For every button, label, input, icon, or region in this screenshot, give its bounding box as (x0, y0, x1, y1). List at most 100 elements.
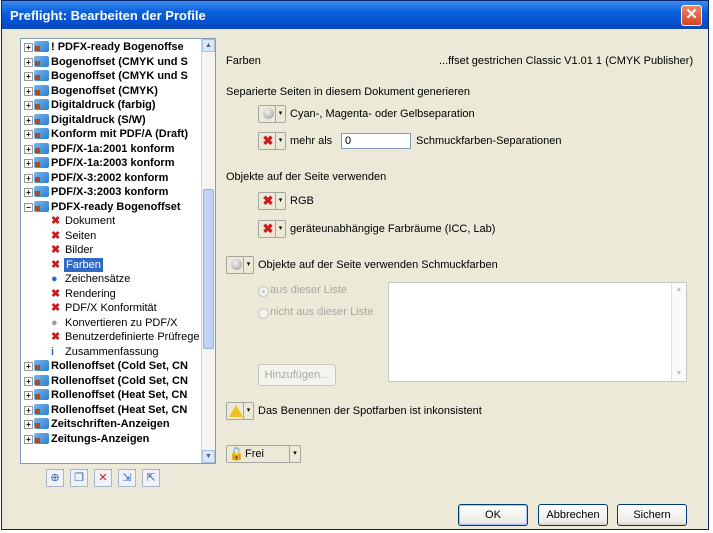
lock-value: Frei (245, 448, 264, 460)
tree-item-label: Digitaldruck (S/W) (51, 113, 146, 126)
tree-item-label: Bogenoffset (CMYK) (51, 84, 158, 97)
profile-icon (34, 157, 49, 168)
import-profile-icon[interactable]: ⇲ (118, 469, 136, 487)
tree-item-label: Bilder (65, 244, 94, 256)
expand-icon[interactable]: + (24, 391, 33, 400)
tree-item-label: PDF/X-3:2002 konform (51, 171, 169, 184)
expand-icon[interactable]: + (24, 72, 33, 81)
lock-dropdown[interactable]: 🔓 Frei ▾ (226, 445, 301, 463)
expand-icon[interactable]: + (24, 362, 33, 371)
red-x-icon: ✖ (262, 133, 274, 148)
spot-objects-status-button[interactable]: ▾ (226, 256, 254, 274)
device-independent-label: geräteunabhängige Farbräume (ICC, Lab) (290, 223, 496, 235)
scroll-down-icon[interactable]: ▼ (672, 367, 686, 381)
profile-tree[interactable]: + ! PDFX-ready Bogenoffse + Bogenoffset (CM… (20, 38, 216, 464)
ok-button[interactable]: OK (458, 504, 528, 526)
tree-item-label: PDFX-ready Bogenoffset (51, 200, 181, 213)
expand-icon[interactable]: + (24, 159, 33, 168)
chevron-down-icon: ▾ (275, 106, 285, 122)
blue-info-icon: ● (51, 273, 58, 285)
export-profile-icon[interactable]: ⇱ (142, 469, 160, 487)
expand-icon[interactable]: + (24, 405, 33, 415)
tree-item-label: Rollenoffset (Heat Set, CN (51, 403, 188, 416)
new-profile-icon[interactable]: ⊕ (46, 469, 64, 487)
more-than-label: mehr als (290, 135, 333, 147)
tree-item-label: Dokument (65, 215, 116, 227)
not-from-list-radio[interactable] (258, 308, 269, 319)
red-x-icon: ✖ (51, 302, 61, 314)
expand-icon[interactable]: + (24, 43, 33, 52)
expand-icon[interactable]: + (24, 420, 33, 429)
collapse-icon[interactable]: − (24, 202, 33, 212)
red-x-icon: ✖ (51, 244, 61, 256)
expand-icon[interactable]: + (24, 115, 33, 125)
tree-item-label: Zeitungs-Anzeigen (51, 432, 150, 445)
close-button[interactable]: ✕ (681, 5, 702, 26)
profile-icon (34, 55, 49, 67)
gray-dot-icon (229, 257, 243, 274)
tree-item-label: Konform mit PDF/A (Draft) (51, 128, 189, 140)
expand-icon[interactable]: + (24, 188, 33, 197)
spot-count-field[interactable]: 0 (341, 133, 411, 149)
tree-item-label: Bogenoffset (CMYK und S (51, 70, 188, 82)
expand-icon[interactable]: + (24, 376, 33, 386)
tree-item-label: Zeitschriften-Anzeigen (51, 418, 170, 430)
profile-icon (34, 113, 49, 125)
cancel-button[interactable]: Abbrechen (538, 504, 608, 526)
expand-icon[interactable]: + (24, 434, 33, 444)
red-x-icon: ✖ (51, 287, 61, 300)
profile-icon (34, 418, 49, 429)
profile-icon (34, 142, 49, 154)
save-button[interactable]: Sichern (617, 504, 687, 526)
tree-item-label: Rollenoffset (Heat Set, CN (51, 389, 188, 401)
scroll-down-icon[interactable]: ▼ (202, 450, 215, 463)
tree-item-label: Rendering (65, 287, 116, 300)
naming-label: Das Benennen der Spotfarben ist inkonsis… (258, 405, 482, 417)
red-x-icon: ✖ (51, 258, 61, 271)
separated-heading: Separierte Seiten in diesem Dokument gen… (226, 86, 470, 98)
chevron-down-icon: ▾ (289, 446, 300, 462)
unlock-icon: 🔓 (229, 447, 244, 461)
tree-item-label: PDF/X-1a:2003 konform (51, 157, 175, 169)
tree-item-label: Zusammenfassung (65, 345, 159, 358)
expand-icon[interactable]: + (24, 144, 33, 154)
naming-status-button[interactable]: ▾ (226, 402, 254, 420)
profile-icon (34, 374, 49, 386)
cmy-label: Cyan-, Magenta- oder Gelbseparation (290, 108, 475, 120)
profile-icon (34, 84, 49, 96)
tree-item-label: Rollenoffset (Cold Set, CN (51, 374, 188, 387)
cmy-status-button[interactable]: ▾ (258, 105, 286, 123)
expand-icon[interactable]: + (24, 130, 33, 139)
tree-item-label: PDF/X-1a:2001 konform (51, 142, 175, 155)
expand-icon[interactable]: + (24, 86, 33, 96)
tree-item-label: Konvertieren zu PDF/X (65, 316, 178, 329)
profile-icon (34, 360, 49, 371)
add-button[interactable]: Hinzufügen... (258, 364, 336, 386)
device-independent-status-button[interactable]: ✖ ▾ (258, 220, 286, 238)
tree-item-label: PDF/X Konformität (65, 302, 157, 314)
scroll-up-icon[interactable]: ▲ (202, 39, 215, 52)
expand-icon[interactable]: + (24, 173, 33, 183)
list-scrollbar[interactable]: ▲ ▼ (671, 283, 686, 381)
profile-name: ...ffset gestrichen Classic V1.01 1 (CMY… (439, 55, 694, 67)
gray-dot-icon (261, 106, 275, 123)
expand-icon[interactable]: + (24, 101, 33, 110)
tree-scrollbar[interactable]: ▲ ▼ (201, 39, 215, 463)
scroll-thumb[interactable] (203, 189, 214, 349)
red-x-icon: ✖ (51, 229, 61, 242)
more-than-status-button[interactable]: ✖ ▾ (258, 132, 286, 150)
preflight-dialog: Preflight: Bearbeiten der Profile ✕ + ! P… (1, 0, 709, 530)
chevron-down-icon: ▾ (275, 193, 285, 209)
from-list-radio[interactable] (258, 286, 269, 297)
tree-item-label: Zeichensätze (65, 273, 131, 285)
profile-icon (34, 389, 49, 400)
delete-profile-icon[interactable]: ✕ (94, 469, 112, 487)
rgb-status-button[interactable]: ✖ ▾ (258, 192, 286, 210)
chevron-down-icon: ▾ (275, 221, 285, 237)
spot-color-list[interactable]: ▲ ▼ (388, 282, 687, 382)
duplicate-profile-icon[interactable]: ❐ (70, 469, 88, 487)
title-bar[interactable]: Preflight: Bearbeiten der Profile ✕ (2, 1, 708, 29)
scroll-up-icon[interactable]: ▲ (672, 283, 686, 297)
profile-icon (34, 128, 49, 139)
expand-icon[interactable]: + (24, 57, 33, 67)
